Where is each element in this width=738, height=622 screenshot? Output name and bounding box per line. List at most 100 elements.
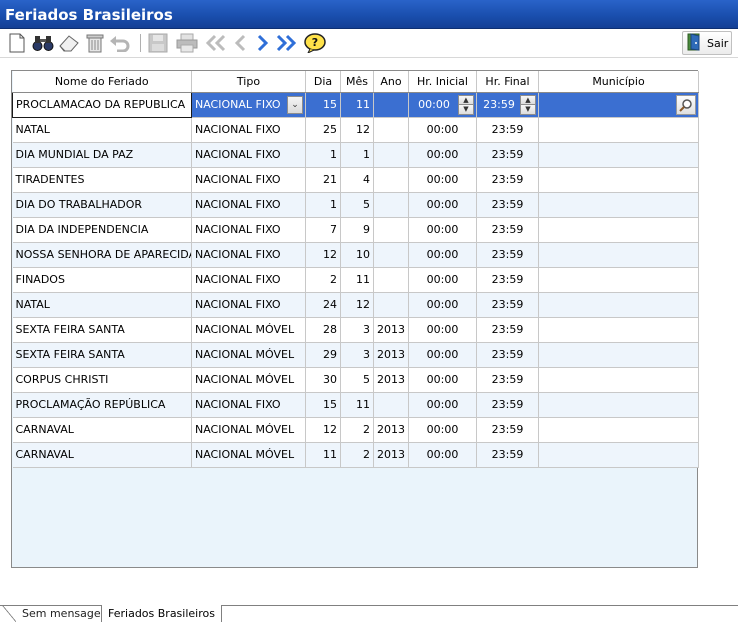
cell-nome[interactable]: CARNAVAL [12, 417, 192, 443]
cell-tipo[interactable]: NACIONAL FIXO [191, 242, 306, 268]
cell-tipo[interactable]: NACIONAL FIXO [191, 292, 306, 318]
cell-dia[interactable]: 2 [305, 267, 341, 293]
hr-inicial-spinner[interactable]: ▲ ▼ [458, 94, 474, 115]
cell-municipio[interactable] [538, 392, 699, 418]
cell-tipo[interactable]: NACIONAL MÓVEL [191, 417, 306, 443]
cell-hr-inicial[interactable]: 00:00 [408, 317, 477, 343]
cell-municipio[interactable] [538, 417, 699, 443]
cell-dia[interactable]: 1 [305, 192, 341, 218]
search-icon[interactable] [32, 32, 54, 54]
cell-hr-inicial[interactable]: 00:00 [408, 267, 477, 293]
cell-dia[interactable]: 12 [305, 417, 341, 443]
cell-hr-final[interactable]: 23:59 [476, 442, 539, 468]
cell-dia[interactable]: 21 [305, 167, 341, 193]
cell-mes[interactable]: 3 [340, 317, 374, 343]
cell-nome[interactable]: DIA MUNDIAL DA PAZ [12, 142, 192, 168]
tab-feriados-brasileiros[interactable]: Feriados Brasileiros [101, 605, 222, 622]
column-header-tipo[interactable]: Tipo [191, 71, 306, 93]
cell-ano[interactable] [373, 242, 409, 268]
help-icon[interactable]: ? [304, 32, 326, 54]
cell-tipo[interactable]: NACIONAL FIXO [191, 142, 306, 168]
cell-nome[interactable]: NOSSA SENHORA DE APARECIDA [12, 242, 192, 268]
cell-hr-inicial[interactable]: 00:00 [408, 342, 477, 368]
cell-hr-final[interactable]: 23:59 [476, 417, 539, 443]
cell-tipo[interactable]: NACIONAL FIXO [191, 192, 306, 218]
table-row[interactable]: SEXTA FEIRA SANTA NACIONAL MÓVEL 29 3 2013 00… [12, 342, 699, 368]
cell-hr-final[interactable]: 23:59 [476, 367, 539, 393]
table-row[interactable]: DIA DA INDEPENDENCIA NACIONAL FIXO 7 9 00:00… [12, 217, 699, 243]
cell-tipo[interactable]: NACIONAL MÓVEL [191, 442, 306, 468]
first-record-icon[interactable] [205, 32, 227, 54]
cell-mes[interactable]: 11 [340, 392, 374, 418]
new-icon[interactable] [6, 32, 28, 54]
cell-ano[interactable]: 2013 [373, 417, 409, 443]
exit-button[interactable]: Sair [682, 31, 732, 55]
column-header-nome[interactable]: Nome do Feriado [12, 71, 192, 93]
cell-mes[interactable]: 2 [340, 417, 374, 443]
cell-nome[interactable]: TIRADENTES [12, 167, 192, 193]
table-row[interactable]: NOSSA SENHORA DE APARECIDA NACIONAL FIXO 1… [12, 242, 699, 268]
cell-dia[interactable]: 15 [305, 392, 341, 418]
table-row[interactable]: FINADOS NACIONAL FIXO 2 11 00:00 23:59 [12, 267, 699, 293]
column-header-ano[interactable]: Ano [373, 71, 409, 93]
table-row[interactable]: CARNAVAL NACIONAL MÓVEL 11 2 2013 00:00 23:59 [12, 442, 699, 468]
table-row[interactable]: DIA DO TRABALHADOR NACIONAL FIXO 1 5 00:00 23… [12, 192, 699, 218]
cell-municipio[interactable] [538, 167, 699, 193]
cell-hr-inicial[interactable]: 00:00 [408, 292, 477, 318]
cell-hr-inicial[interactable]: 00:00 ▲ ▼ [408, 92, 477, 118]
cell-hr-final[interactable]: 23:59 [476, 242, 539, 268]
table-row[interactable]: PROCLAMACAO DA REPUBLICA NACIONAL FIXO ⌄ 15… [12, 91, 699, 118]
table-row[interactable]: DIA MUNDIAL DA PAZ NACIONAL FIXO 1 1 00:00 23… [12, 142, 699, 168]
cell-municipio[interactable] [538, 342, 699, 368]
cell-dia[interactable]: 12 [305, 242, 341, 268]
cell-municipio[interactable] [538, 242, 699, 268]
cell-municipio[interactable] [538, 267, 699, 293]
cell-hr-inicial[interactable]: 00:00 [408, 192, 477, 218]
cell-hr-final[interactable]: 23:59 [476, 217, 539, 243]
cell-dia[interactable]: 29 [305, 342, 341, 368]
cell-municipio[interactable] [538, 192, 699, 218]
cell-dia[interactable]: 1 [305, 142, 341, 168]
table-row[interactable]: CARNAVAL NACIONAL MÓVEL 12 2 2013 00:00 23:59 [12, 417, 699, 443]
cell-hr-final[interactable]: 23:59 [476, 267, 539, 293]
cell-nome[interactable]: SEXTA FEIRA SANTA [12, 317, 192, 343]
column-header-mes[interactable]: Mês [340, 71, 374, 93]
table-row[interactable]: TIRADENTES NACIONAL FIXO 21 4 00:00 23:59 [12, 167, 699, 193]
cell-hr-inicial[interactable]: 00:00 [408, 417, 477, 443]
cell-ano[interactable] [373, 392, 409, 418]
column-header-hr-final[interactable]: Hr. Final [476, 71, 539, 93]
delete-icon[interactable] [84, 32, 106, 54]
cell-ano[interactable]: 2013 [373, 367, 409, 393]
cell-ano[interactable]: 2013 [373, 317, 409, 343]
cell-hr-inicial[interactable]: 00:00 [408, 142, 477, 168]
cell-ano[interactable] [373, 142, 409, 168]
cell-nome[interactable]: NATAL [12, 292, 192, 318]
cell-hr-final[interactable]: 23:59 [476, 117, 539, 143]
cell-tipo[interactable]: NACIONAL MÓVEL [191, 317, 306, 343]
cell-municipio[interactable] [538, 217, 699, 243]
cell-dia[interactable]: 24 [305, 292, 341, 318]
table-row[interactable]: SEXTA FEIRA SANTA NACIONAL MÓVEL 28 3 2013 00… [12, 317, 699, 343]
table-row[interactable]: NATAL NACIONAL FIXO 24 12 00:00 23:59 [12, 292, 699, 318]
cell-ano[interactable]: 2013 [373, 442, 409, 468]
cell-dia[interactable]: 7 [305, 217, 341, 243]
cell-mes[interactable]: 9 [340, 217, 374, 243]
cell-municipio[interactable] [538, 117, 699, 143]
cell-mes[interactable]: 11 [340, 267, 374, 293]
cell-nome[interactable]: NATAL [12, 117, 192, 143]
previous-record-icon[interactable] [229, 32, 251, 54]
cell-nome[interactable]: PROCLAMAÇÃO REPÚBLICA [12, 392, 192, 418]
spin-up-icon[interactable]: ▲ [520, 94, 536, 105]
tipo-dropdown-button[interactable]: ⌄ [287, 95, 303, 114]
cell-hr-final[interactable]: 23:59 [476, 342, 539, 368]
table-row[interactable]: NATAL NACIONAL FIXO 25 12 00:00 23:59 [12, 117, 699, 143]
cell-mes[interactable]: 3 [340, 342, 374, 368]
cell-ano[interactable]: 2013 [373, 342, 409, 368]
cell-municipio[interactable] [538, 442, 699, 468]
cell-hr-inicial[interactable]: 00:00 [408, 442, 477, 468]
cell-municipio[interactable] [538, 317, 699, 343]
last-record-icon[interactable] [275, 32, 297, 54]
cell-hr-final[interactable]: 23:59 [476, 392, 539, 418]
save-icon[interactable] [147, 32, 169, 54]
cell-ano[interactable] [373, 167, 409, 193]
